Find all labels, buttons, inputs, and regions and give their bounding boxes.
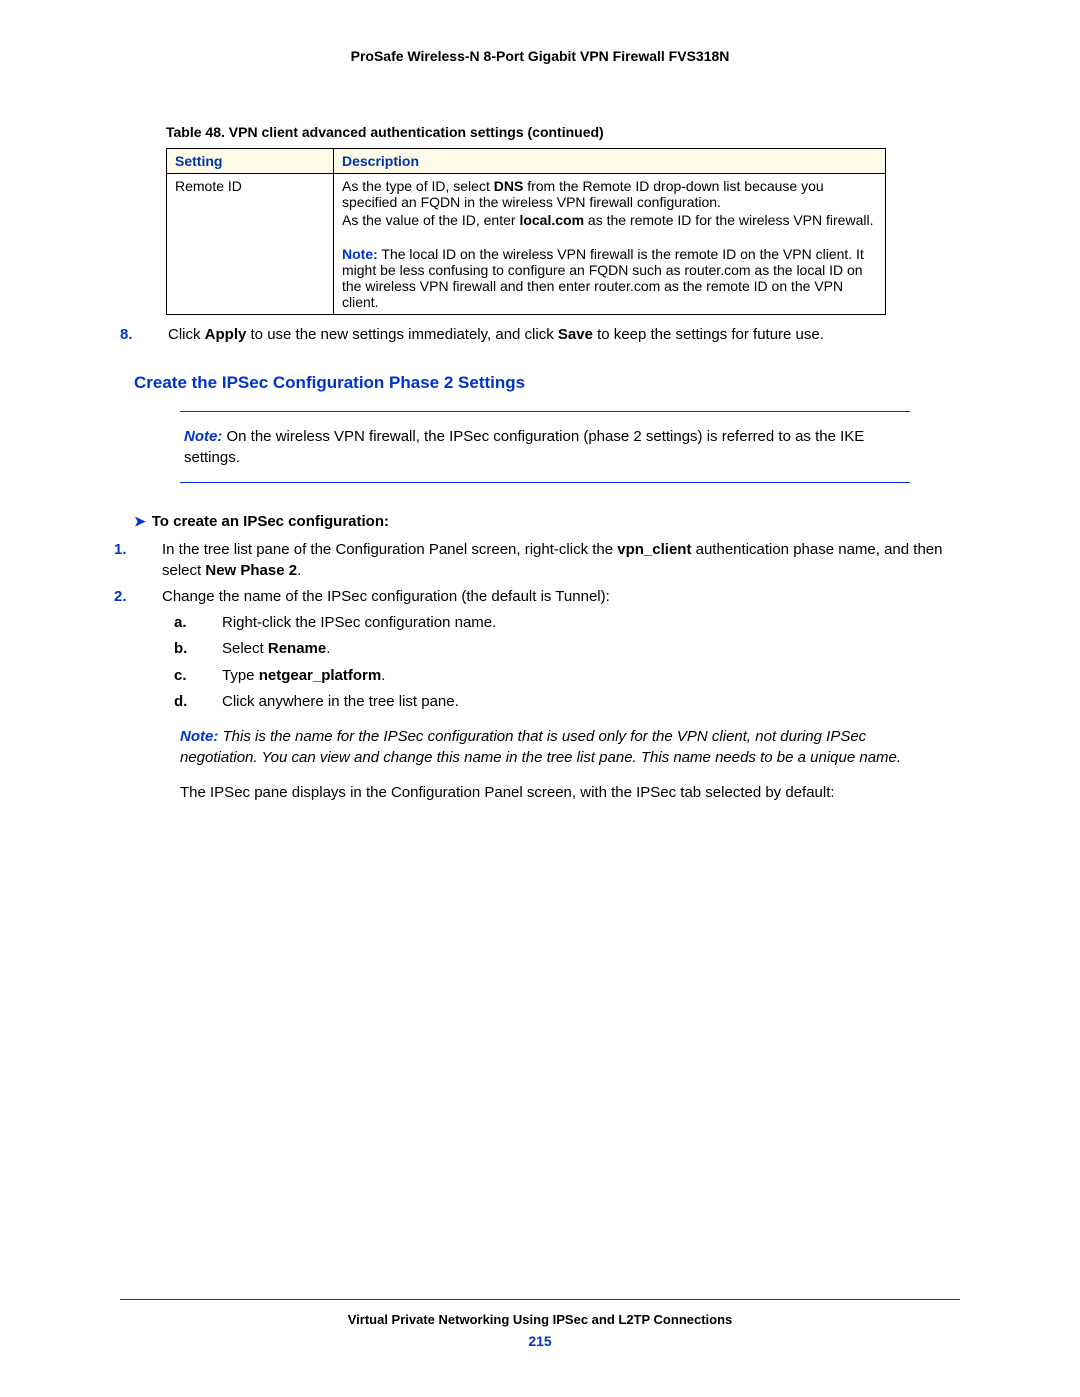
- note-label: Note:: [342, 246, 378, 262]
- settings-table: Setting Description Remote ID As the typ…: [166, 148, 886, 315]
- inline-note: Note: This is the name for the IPSec con…: [180, 726, 960, 768]
- outer-step-8: 8.Click Apply to use the new settings im…: [144, 325, 960, 345]
- procedure-heading: ➤To create an IPSec configuration:: [134, 513, 960, 530]
- step-1: 1.In the tree list pane of the Configura…: [138, 540, 960, 581]
- th-description: Description: [334, 149, 886, 174]
- document-page: ProSafe Wireless-N 8-Port Gigabit VPN Fi…: [0, 0, 1080, 1397]
- th-setting: Setting: [167, 149, 334, 174]
- step-2: 2.Change the name of the IPSec configura…: [138, 587, 960, 607]
- substep-b: b.Select Rename.: [198, 639, 960, 659]
- desc-note: Note: The local ID on the wireless VPN f…: [342, 246, 877, 310]
- footer-title: Virtual Private Networking Using IPSec a…: [120, 1312, 960, 1327]
- procedure-steps: 1.In the tree list pane of the Configura…: [138, 540, 960, 803]
- table-caption: Table 48. VPN client advanced authentica…: [166, 124, 960, 140]
- sub-steps: a.Right-click the IPSec configuration na…: [198, 613, 960, 712]
- note-label: Note:: [184, 428, 222, 445]
- page-header-title: ProSafe Wireless-N 8-Port Gigabit VPN Fi…: [120, 48, 960, 64]
- note-text: On the wireless VPN firewall, the IPSec …: [184, 428, 864, 466]
- desc-para-2: As the value of the ID, enter local.com …: [342, 212, 877, 228]
- substep-a: a.Right-click the IPSec configuration na…: [198, 613, 960, 633]
- page-footer: Virtual Private Networking Using IPSec a…: [120, 1299, 960, 1349]
- footer-rule: [120, 1299, 960, 1300]
- section-heading: Create the IPSec Configuration Phase 2 S…: [134, 373, 960, 393]
- step-number: 8.: [144, 325, 168, 345]
- table-row: Remote ID As the type of ID, select DNS …: [167, 174, 886, 315]
- desc-para-1: As the type of ID, select DNS from the R…: [342, 178, 877, 210]
- footer-page-number: 215: [120, 1333, 960, 1349]
- substep-c: c.Type netgear_platform.: [198, 666, 960, 686]
- cell-setting: Remote ID: [167, 174, 334, 315]
- cell-description: As the type of ID, select DNS from the R…: [334, 174, 886, 315]
- step-8-text: Click Apply to use the new settings imme…: [168, 326, 824, 343]
- closing-paragraph: The IPSec pane displays in the Configura…: [180, 782, 960, 803]
- note-block: Note: On the wireless VPN firewall, the …: [180, 411, 910, 483]
- substep-d: d.Click anywhere in the tree list pane.: [198, 692, 960, 712]
- arrow-icon: ➤: [134, 513, 146, 529]
